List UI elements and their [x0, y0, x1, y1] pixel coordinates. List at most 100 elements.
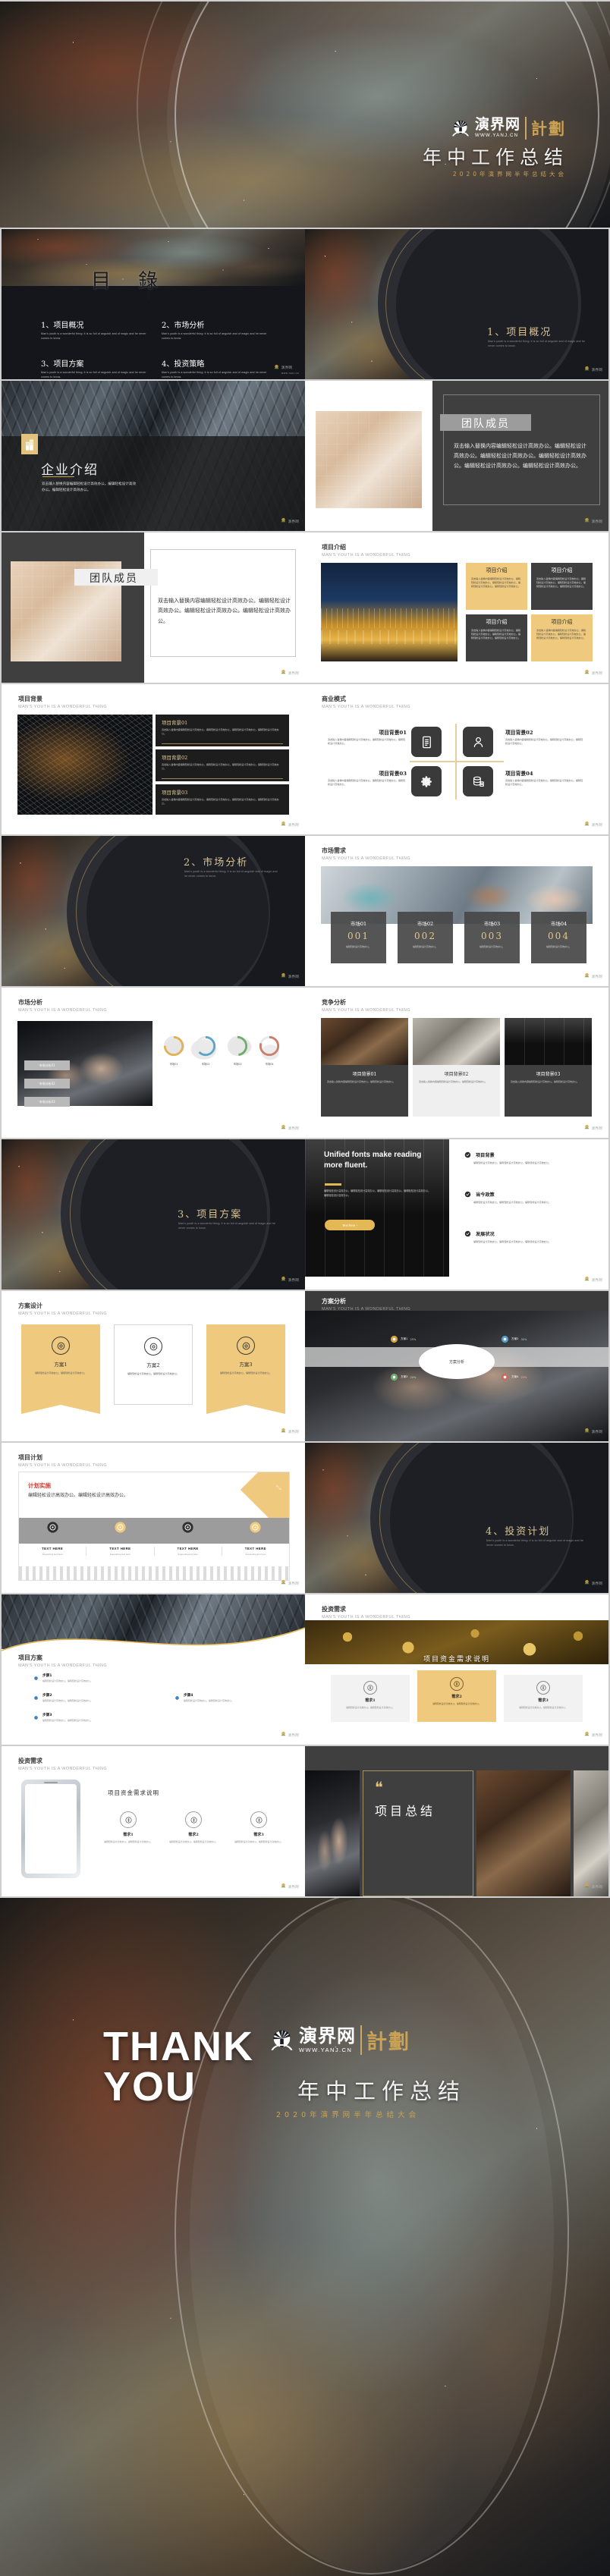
slide-project-intro[interactable]: 项目介绍 MAN'S YOUTH IS A WONDERFUL THING 项目…	[305, 532, 608, 683]
plan-step-3[interactable]	[222, 1521, 289, 1538]
section-subtitle: MAN'S YOUTH IS A WONDERFUL THING	[18, 1008, 108, 1013]
funds-card-1[interactable]: 需求2 编辑轻松设计高效办公。编辑轻松设计高效办公。	[165, 1811, 222, 1844]
intro-card-1[interactable]: 项目介绍 双击输入替换内容编辑轻松设计高效办公。编辑轻松设计高效办公。编辑轻松设…	[531, 563, 593, 610]
node-dot-icon	[501, 1335, 509, 1343]
slide-funds[interactable]: 投资需求 MAN'S YOUTH IS A WONDERFUL THING 项目…	[2, 1746, 305, 1896]
compare-col-1[interactable]: 项目背景02 双击输入替换内容编辑轻松设计高效办公。编辑轻松设计高效办公。	[413, 1018, 500, 1117]
scheme-card-2[interactable]: 方案3 编辑轻松设计高效办公。编辑轻松设计高效办公。	[206, 1324, 285, 1405]
ppt-template-preview: 演界网 WWW.YANJ.CN 計劃 年中工作总结 2020年演界网半年总结大会…	[0, 0, 610, 2576]
slide-steps[interactable]: 项目方案 MAN'S YOUTH IS A WONDERFUL THING 步骤…	[2, 1594, 305, 1745]
fonts-cta-button[interactable]: Text here ›	[325, 1220, 375, 1230]
watermark-text: 演界网	[591, 1734, 602, 1738]
slide-scheme-analysis[interactable]: 方案分析 MAN'S YOUTH IS A WONDERFUL THING 方案…	[305, 1291, 608, 1441]
fonts-point-1[interactable]: 当今政策 编辑轻松设计高效办公。编辑轻松设计高效办公。编辑轻松设计高效办公。	[464, 1191, 591, 1205]
toc-item-1[interactable]: 2、市场分析 Man's youth is a wonderful thing:…	[162, 319, 269, 341]
watermark-text: 演界网	[591, 1127, 602, 1131]
donut-node-3[interactable]: 方案4 25%	[501, 1373, 527, 1381]
toc-item-3[interactable]: 4、投资策略 Man's youth is a wonderful thing:…	[162, 357, 269, 379]
funds-card-2[interactable]: 需求3 编辑轻松设计高效办公。编辑轻松设计高效办公。	[231, 1811, 287, 1844]
fonts-point-2[interactable]: 发展状况 编辑轻松设计高效办公。编辑轻松设计高效办公。编辑轻松设计高效办公。	[464, 1230, 591, 1244]
slide-cover[interactable]: 演界网 WWW.YANJ.CN 計劃 年中工作总结 2020年演界网半年总结大会	[0, 2, 610, 228]
section-header: 商业模式 MAN'S YOUTH IS A WONDERFUL THING	[322, 695, 410, 709]
steps-item-0[interactable]: 步骤1 编辑轻松设计高效办公。编辑轻松设计高效办公。	[33, 1673, 93, 1682]
slide-company-intro[interactable]: 企业介绍 双击输入替换内容编辑轻松设计高效办公。编辑轻松设计高效办公。编辑轻松设…	[2, 381, 305, 531]
step-title: 步骤2	[42, 1694, 52, 1698]
toc-label: 投资策略	[174, 360, 205, 369]
intro-photo	[321, 563, 458, 661]
bg-item-1[interactable]: 项目背景02 双击输入替换内容编辑轻松设计高效办公。编辑轻松设计高效办公。编辑轻…	[156, 749, 289, 781]
slide-market-demand[interactable]: 市场需求 MAN'S YOUTH IS A WONDERFUL THING 市场…	[305, 836, 608, 986]
slide-business-model[interactable]: 商业模式 MAN'S YOUTH IS A WONDERFUL THING 项目…	[305, 684, 608, 834]
database-icon	[463, 766, 493, 796]
slide-team-1[interactable]: 团队成员 双击输入替换内容编辑轻松设计高效办公。编辑轻松设计高效办公。编辑轻松设…	[305, 381, 608, 531]
steps-item-1[interactable]: 步骤2 编辑轻松设计高效办公。编辑轻松设计高效办公。	[33, 1693, 93, 1702]
donut-node-2[interactable]: 方案3 20%	[390, 1373, 416, 1381]
city-skyline-graphic	[19, 1560, 289, 1580]
invest-card-1[interactable]: 需求2 编辑轻松设计高效办公。编辑轻松设计高效办公。	[417, 1670, 496, 1722]
intro-card-3[interactable]: 项目介绍 双击输入替换内容编辑轻松设计高效办公。编辑轻松设计高效办公。编辑轻松设…	[531, 614, 593, 661]
market-chip-2[interactable]: 市场分析03	[24, 1097, 70, 1107]
toc-item-0[interactable]: 1、项目概况 Man's youth is a wonderful thing:…	[41, 319, 148, 341]
compare-col-0[interactable]: 项目背景01 双击输入替换内容编辑轻松设计高效办公。编辑轻松设计高效办公。	[321, 1018, 408, 1117]
compare-body: 双击输入替换内容编辑轻松设计高效办公。编辑轻松设计高效办公。	[511, 1080, 580, 1083]
intro-card-0[interactable]: 项目介绍 双击输入替换内容编辑轻松设计高效办公。编辑轻松设计高效办公。编辑轻松设…	[466, 563, 527, 610]
demand-card-0[interactable]: 市场01 001 编辑轻松设计高效办公。	[331, 912, 386, 963]
watermark: 演界网	[584, 664, 602, 678]
slide-compare[interactable]: 竞争分析 MAN'S YOUTH IS A WONDERFUL THING 项目…	[305, 988, 608, 1138]
biz-item-0[interactable]: 项目背景01 双击输入替换内容编辑轻松设计高效办公。编辑轻松设计高效办公。编辑轻…	[328, 728, 407, 746]
slide-thank-you[interactable]: THANK YOU 演界网 WWW.YANJ.CN 計劃 年中工作总结 2020…	[0, 1898, 610, 2576]
market-ring-1[interactable]: 市场02	[194, 1035, 217, 1066]
coin-icon	[250, 1811, 267, 1828]
market-ring-3[interactable]: 市场04	[258, 1035, 281, 1066]
compare-col-2[interactable]: 项目背景03 双击输入替换内容编辑轻松设计高效办公。编辑轻松设计高效办公。	[505, 1018, 592, 1117]
slide-scheme[interactable]: 方案设计 MAN'S YOUTH IS A WONDERFUL THING 方案…	[2, 1291, 305, 1441]
plan-step-0[interactable]	[19, 1521, 86, 1538]
market-chip-0[interactable]: 市场分析01	[24, 1060, 70, 1070]
node-pct: 30%	[520, 1337, 527, 1341]
bg-item-0[interactable]: 项目背景01 双击输入替换内容编辑轻松设计高效办公。编辑轻松设计高效办公。编辑轻…	[156, 715, 289, 746]
fonts-point-0[interactable]: 项目背景 编辑轻松设计高效办公。编辑轻松设计高效办公。编辑轻松设计高效办公。	[464, 1151, 591, 1165]
invest-card-2[interactable]: 需求3 编辑轻松设计高效办公。编辑轻松设计高效办公。	[504, 1675, 583, 1722]
slide-divider-3[interactable]: 3、项目方案 Man's youth is a wonderful thing:…	[2, 1139, 305, 1290]
funds-card-0[interactable]: 需求1 编辑轻松设计高效办公。编辑轻松设计高效办公。	[100, 1811, 156, 1844]
demand-card-2[interactable]: 市场03 003 编辑轻松设计高效办公。	[464, 912, 520, 963]
invest-card-0[interactable]: 需求1 编辑轻松设计高效办公。编辑轻松设计高效办公。	[331, 1675, 410, 1722]
brand-plan: 計劃	[531, 119, 566, 138]
demand-num: 004	[548, 931, 570, 941]
intro-card-2[interactable]: 项目介绍 双击输入替换内容编辑轻松设计高效办公。编辑轻松设计高效办公。编辑轻松设…	[466, 614, 527, 661]
scheme-card-0[interactable]: 方案1 编辑轻松设计高效办公。编辑轻松设计高效办公。	[21, 1324, 100, 1405]
section-header: 竞争分析 MAN'S YOUTH IS A WONDERFUL THING	[322, 998, 410, 1013]
scheme-card-1[interactable]: 方案2 编辑轻松设计高效办公。编辑轻松设计高效办公。	[114, 1324, 193, 1405]
biz-item-2[interactable]: 项目背景03 双击输入替换内容编辑轻松设计高效办公。编辑轻松设计高效办公。编辑轻…	[328, 769, 407, 787]
plan-step-1[interactable]	[86, 1521, 154, 1538]
slide-divider-1[interactable]: 1、项目概况 Man's youth is a wonderful thing:…	[305, 229, 608, 379]
slide-divider-2[interactable]: 2、市场分析 Man's youth is a wonderful thing:…	[2, 836, 305, 986]
donut-node-1[interactable]: 方案2 30%	[501, 1335, 527, 1343]
slide-divider-4[interactable]: 4、投资计划 Man's youth is a wonderful thing:…	[305, 1443, 608, 1593]
steps-item-2[interactable]: 步骤3 编辑轻松设计高效办公。编辑轻松设计高效办公。	[33, 1713, 93, 1722]
donut-node-0[interactable]: 方案1 25%	[390, 1335, 416, 1343]
demand-card-1[interactable]: 市场02 002 编辑轻松设计高效办公。	[398, 912, 453, 963]
slide-project-background[interactable]: 项目背景 MAN'S YOUTH IS A WONDERFUL THING 项目…	[2, 684, 305, 834]
demand-card-3[interactable]: 市场04 004 编辑轻松设计高效办公。	[531, 912, 586, 963]
slide-toc[interactable]: 目 錄 CONTENTS 1、项目概况 Man's youth is a won…	[2, 229, 305, 379]
slide-summary[interactable]: ❝ 项目总结 演界网	[305, 1746, 608, 1896]
slide-market-analysis[interactable]: 市场分析 MAN'S YOUTH IS A WONDERFUL THING 市场…	[2, 988, 305, 1138]
market-ring-2[interactable]: 市场03	[226, 1035, 249, 1066]
slide-team-2[interactable]: 团队成员 双击输入替换内容编辑轻松设计高效办公。编辑轻松设计高效办公。编辑轻松设…	[2, 532, 305, 683]
slide-project-plan[interactable]: 项目计划 MAN'S YOUTH IS A WONDERFUL THING VI…	[2, 1443, 305, 1593]
plan-step-2[interactable]	[154, 1521, 222, 1538]
market-chip-1[interactable]: 市场分析02	[24, 1079, 70, 1089]
section-subtitle: MAN'S YOUTH IS A WONDERFUL THING	[18, 1463, 108, 1468]
biz-item-1[interactable]: 项目背景02 双击输入替换内容编辑轻松设计高效办公。编辑轻松设计高效办公。编辑轻…	[505, 728, 584, 746]
slide-invest-demand[interactable]: 投资需求 MAN'S YOUTH IS A WONDERFUL THING 项目…	[305, 1594, 608, 1745]
target-icon	[144, 1337, 162, 1356]
toc-item-2[interactable]: 3、项目方案 Man's youth is a wonderful thing:…	[41, 357, 148, 379]
steps-item-3[interactable]: 步骤4 编辑轻松设计高效办公。编辑轻松设计高效办公。	[175, 1693, 234, 1702]
bg-item-2[interactable]: 项目背景03 双击输入替换内容编辑轻松设计高效办公。编辑轻松设计高效办公。编辑轻…	[156, 784, 289, 815]
slide-unified-fonts[interactable]: Unified fonts make reading more fluent. …	[305, 1139, 608, 1290]
biz-item-3[interactable]: 项目背景04 双击输入替换内容编辑轻松设计高效办公。编辑轻松设计高效办公。编辑轻…	[505, 769, 584, 787]
market-ring-0[interactable]: 市场01	[162, 1035, 185, 1066]
funds-title: 需求2	[188, 1833, 199, 1837]
step-body: 编辑轻松设计高效办公。编辑轻松设计高效办公。	[42, 1719, 93, 1722]
